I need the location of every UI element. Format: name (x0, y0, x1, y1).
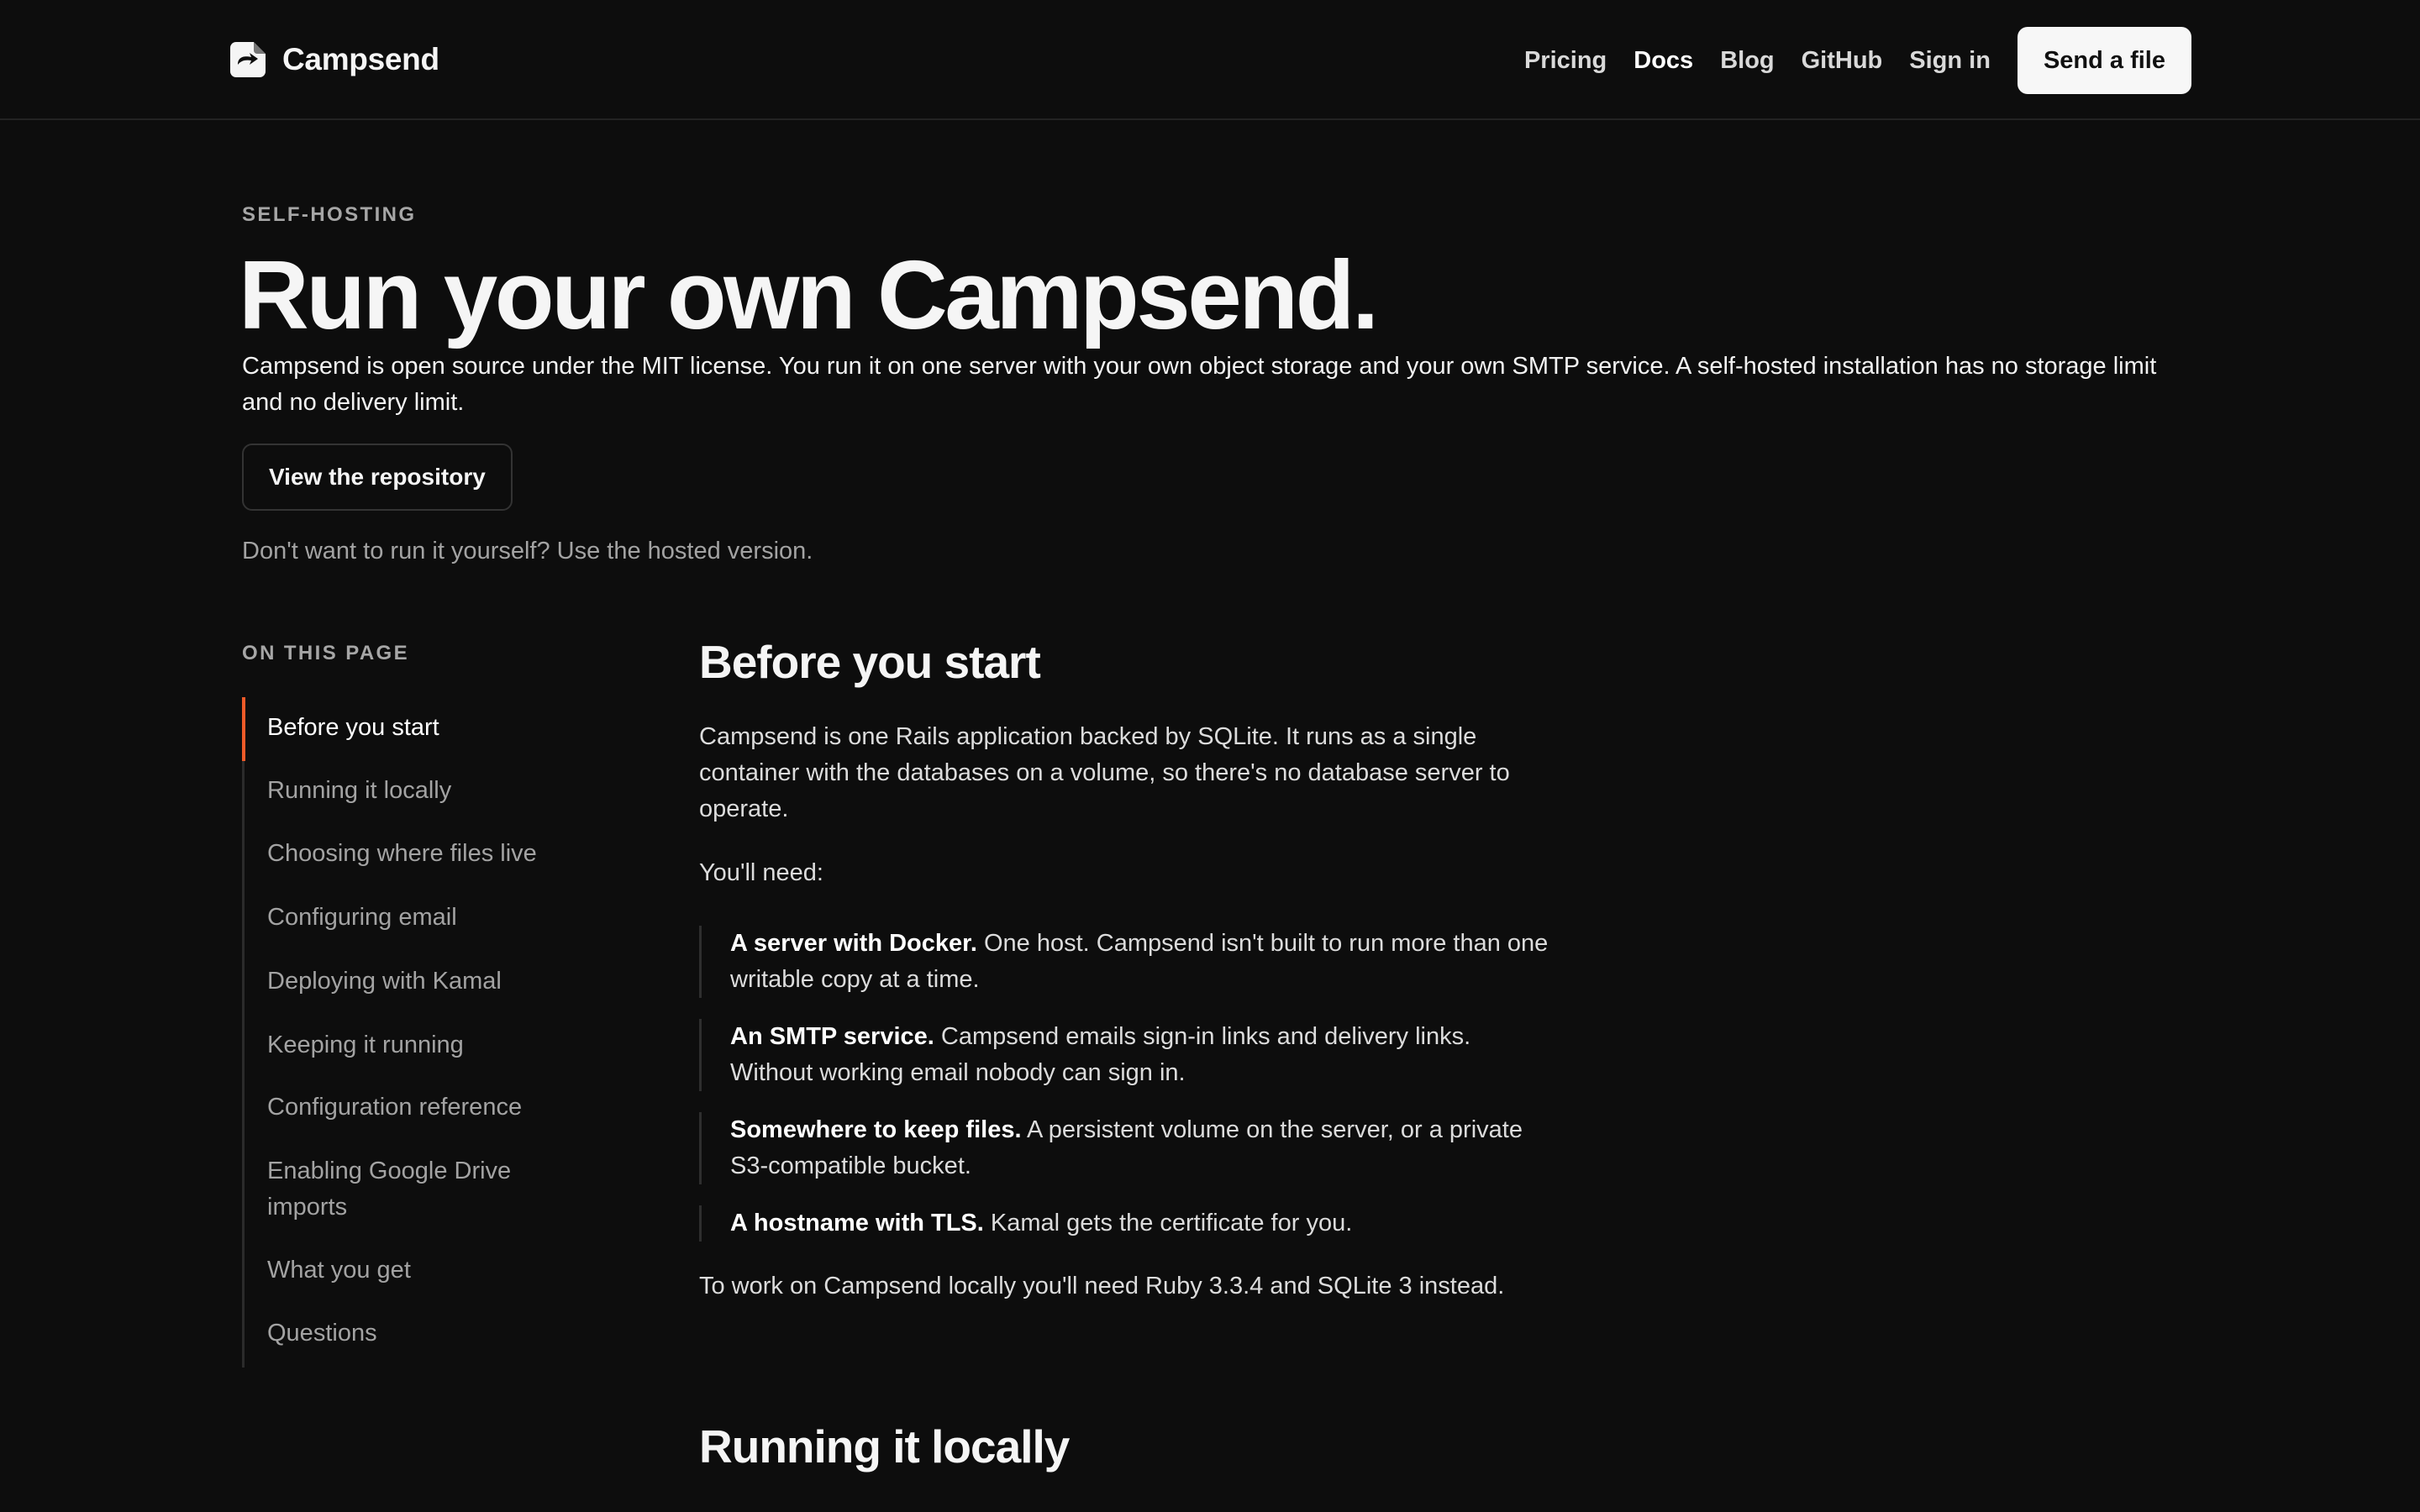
nav-link-pricing[interactable]: Pricing (1524, 47, 1607, 75)
section-title-running-it-locally: Running it locally (699, 1420, 1070, 1473)
toc-item-what-you-get[interactable]: What you get (245, 1252, 597, 1289)
nav-link-github[interactable]: GitHub (1802, 47, 1883, 75)
requirement-term: A server with Docker. (730, 930, 977, 957)
main-nav: Pricing Docs Blog GitHub Sign in Send a … (1497, 27, 2191, 94)
send-a-file-button[interactable]: Send a file (2017, 27, 2191, 94)
toc-item-choosing-where-files-live[interactable]: Choosing where files live (245, 836, 597, 872)
top-navigation-bar: Campsend Pricing Docs Blog GitHub Sign i… (0, 0, 2420, 120)
requirement-description: Kamal gets the certificate for you. (990, 1210, 1353, 1236)
nav-link-blog[interactable]: Blog (1720, 47, 1774, 75)
view-repository-button[interactable]: View the repository (242, 444, 513, 511)
toc-item-keeping-it-running[interactable]: Keeping it running (245, 1027, 597, 1063)
toc-item-questions[interactable]: Questions (245, 1315, 597, 1352)
hero-lead-paragraph: Campsend is open source under the MIT li… (242, 353, 2157, 416)
section-title-before-you-start: Before you start (699, 636, 1041, 688)
toc-item-running-it-locally[interactable]: Running it locally (245, 773, 597, 809)
requirement-item: A server with Docker. One host. Campsend… (699, 926, 1556, 998)
hosted-version-link[interactable]: Don't want to run it yourself? Use the h… (242, 538, 813, 565)
local-development-note: To work on Campsend locally you'll need … (699, 1273, 1505, 1299)
toc-heading: ON THIS PAGE (242, 642, 410, 664)
table-of-contents: Before you start Running it locally Choo… (242, 697, 612, 1368)
brand-name: Campsend (282, 42, 439, 76)
toc-item-deploying-with-kamal[interactable]: Deploying with Kamal (245, 963, 597, 1000)
toc-item-enabling-google-drive-imports[interactable]: Enabling Google Drive imports (245, 1153, 564, 1226)
nav-link-sign-in[interactable]: Sign in (1909, 47, 1991, 75)
requirement-term: A hostname with TLS. (730, 1210, 984, 1236)
section-eyebrow: SELF-HOSTING (242, 203, 417, 226)
requirement-term: An SMTP service. (730, 1023, 934, 1050)
before-intro-paragraph: Campsend is one Rails application backed… (699, 723, 1510, 822)
campsend-logo-icon (230, 42, 266, 77)
requirement-item: A hostname with TLS. Kamal gets the cert… (699, 1205, 1556, 1242)
toc-item-configuring-email[interactable]: Configuring email (245, 900, 597, 936)
brand-home-link[interactable]: Campsend (229, 37, 439, 82)
nav-link-docs[interactable]: Docs (1634, 47, 1693, 75)
toc-item-configuration-reference[interactable]: Configuration reference (245, 1089, 597, 1126)
requirements-lead: You'll need: (699, 859, 823, 886)
requirement-item: An SMTP service. Campsend emails sign-in… (699, 1019, 1556, 1091)
requirement-item: Somewhere to keep files. A persistent vo… (699, 1112, 1556, 1184)
requirement-term: Somewhere to keep files. (730, 1116, 1022, 1143)
page-title: Run your own Campsend. (239, 240, 1379, 349)
toc-item-before-you-start[interactable]: Before you start (245, 710, 597, 746)
